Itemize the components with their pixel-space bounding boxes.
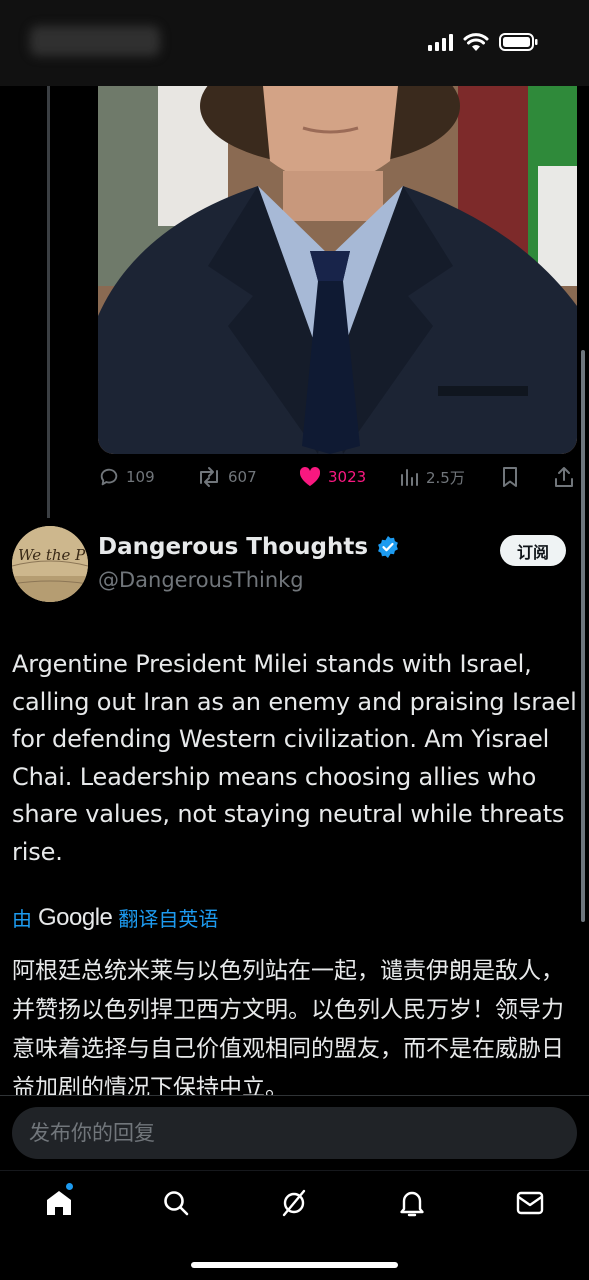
messages-icon <box>516 1191 544 1215</box>
author-avatar[interactable]: We the P <box>12 526 88 602</box>
google-logo: Google <box>38 903 113 931</box>
status-time-blurred <box>30 26 160 56</box>
tweet-actions: 109 607 3023 2.5万 <box>98 466 577 496</box>
bookmark-action[interactable] <box>500 466 520 488</box>
author-name-row[interactable]: Dangerous Thoughts <box>98 534 400 560</box>
views-action[interactable]: 2.5万 <box>400 466 465 488</box>
translated-text: 阿根廷总统米莱与以色列站在一起，谴责伊朗是敌人，并赞扬以色列捍卫西方文明。以色列… <box>12 958 564 1101</box>
views-count: 2.5万 <box>426 468 465 487</box>
grok-icon <box>282 1189 306 1217</box>
translated-from-label: 翻译自英语 <box>118 907 219 931</box>
author-handle[interactable]: @DangerousThinkg <box>98 568 304 592</box>
share-action[interactable] <box>553 466 575 488</box>
reply-icon <box>100 468 118 486</box>
tab-messages[interactable] <box>510 1185 550 1221</box>
repost-icon <box>200 467 218 487</box>
reply-action[interactable]: 109 <box>98 466 155 488</box>
translate-by-label: 由 <box>12 907 32 931</box>
signal-icon <box>428 33 453 51</box>
battery-icon <box>499 33 538 51</box>
wifi-icon <box>463 32 489 51</box>
repost-count: 607 <box>228 468 257 486</box>
subscribe-button[interactable]: 订阅 <box>500 535 566 566</box>
status-bar <box>0 0 589 86</box>
share-icon <box>555 467 573 487</box>
like-action[interactable]: 3023 <box>298 466 366 488</box>
repost-action[interactable]: 607 <box>196 466 257 488</box>
search-icon <box>164 1191 189 1216</box>
thread-connector-line <box>47 86 50 518</box>
tweet-text: Argentine President Milei stands with Is… <box>12 650 577 866</box>
status-icons <box>428 32 539 52</box>
author-name: Dangerous Thoughts <box>98 534 369 560</box>
tab-search[interactable] <box>156 1185 196 1221</box>
reply-input[interactable]: 发布你的回复 <box>12 1107 577 1159</box>
tab-grok[interactable] <box>274 1185 314 1221</box>
home-icon <box>47 1191 71 1215</box>
home-notification-dot <box>66 1183 73 1190</box>
home-indicator[interactable] <box>191 1262 398 1268</box>
verified-badge-icon <box>378 536 398 558</box>
notifications-icon <box>400 1191 424 1217</box>
scrollbar[interactable] <box>581 350 585 922</box>
views-icon <box>401 469 418 486</box>
reply-count: 109 <box>126 468 155 486</box>
tab-home[interactable] <box>39 1185 79 1221</box>
reply-bar: 发布你的回复 <box>0 1095 589 1170</box>
heart-icon <box>299 466 321 486</box>
bookmark-icon <box>503 467 517 487</box>
tweet-media-photo[interactable] <box>98 86 577 454</box>
like-count: 3023 <box>328 468 367 486</box>
avatar-we-the-people-lettering: We the P <box>18 546 86 564</box>
tab-notifications[interactable] <box>392 1185 432 1221</box>
translation-attribution[interactable]: 由 Google 翻译自英语 <box>12 903 218 932</box>
